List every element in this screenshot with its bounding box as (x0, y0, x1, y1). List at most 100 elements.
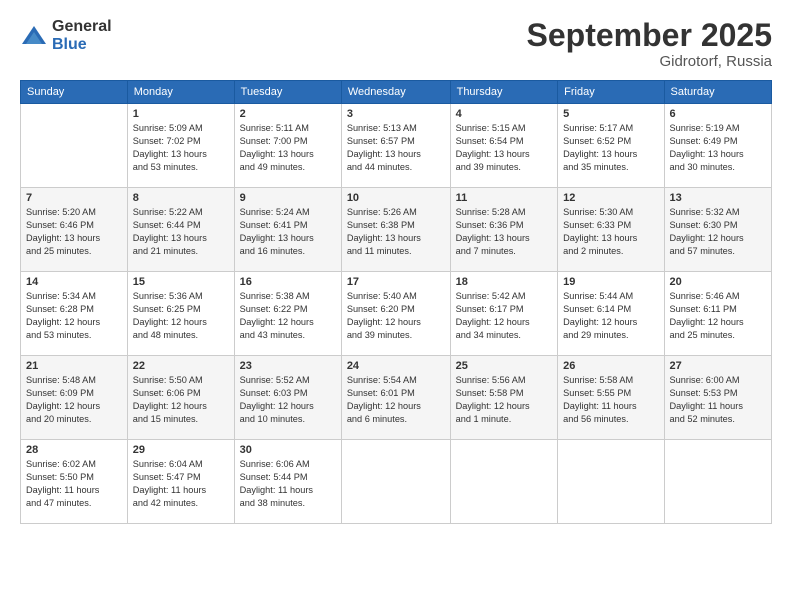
day-number: 27 (670, 360, 766, 372)
calendar-cell: 30Sunrise: 6:06 AM Sunset: 5:44 PM Dayli… (234, 440, 341, 524)
weekday-header: Friday (558, 81, 664, 104)
day-number: 4 (456, 108, 553, 120)
calendar-cell: 24 Sunrise: 5:54 AM Sunset: 6:01 PM Dayli… (341, 356, 450, 440)
day-number: 8 (133, 192, 229, 204)
day-info: Sunrise: 5:32 AM Sunset: 6:30 PM Dayligh… (670, 206, 766, 258)
calendar-header-row: SundayMondayTuesdayWednesdayThursdayFrid… (21, 81, 772, 104)
calendar-week-row: 28 Sunrise: 6:02 AM Sunset: 5:50 PM Dayli… (21, 440, 772, 524)
weekday-header: Saturday (664, 81, 771, 104)
day-number: 5 (563, 108, 658, 120)
calendar-cell: 5 Sunrise: 5:17 AM Sunset: 6:52 PM Daylig… (558, 104, 664, 188)
day-info: Sunrise: 5:11 AM Sunset: 7:00 PM Dayligh… (240, 122, 336, 174)
calendar-cell: 29Sunrise: 6:04 AM Sunset: 5:47 PM Dayli… (127, 440, 234, 524)
day-number: 15 (133, 276, 229, 288)
weekday-header: Sunday (21, 81, 128, 104)
day-number: 18 (456, 276, 553, 288)
logo-blue: Blue (52, 36, 112, 54)
calendar-cell: 15 Sunrise: 5:36 AM Sunset: 6:25 PM Dayli… (127, 272, 234, 356)
calendar-week-row: 14 Sunrise: 5:34 AM Sunset: 6:28 PM Dayli… (21, 272, 772, 356)
calendar-cell: 18 Sunrise: 5:42 AM Sunset: 6:17 PM Dayli… (450, 272, 558, 356)
day-number: 19 (563, 276, 658, 288)
weekday-header: Thursday (450, 81, 558, 104)
calendar-cell: 13 Sunrise: 5:32 AM Sunset: 6:30 PM Dayli… (664, 188, 771, 272)
calendar-cell: 25Sunrise: 5:56 AM Sunset: 5:58 PM Dayli… (450, 356, 558, 440)
calendar-cell: 7 Sunrise: 5:20 AM Sunset: 6:46 PM Daylig… (21, 188, 128, 272)
calendar-cell: 1 Sunrise: 5:09 AM Sunset: 7:02 PM Daylig… (127, 104, 234, 188)
logo-general: General (52, 18, 112, 36)
day-info: Sunrise: 5:28 AM Sunset: 6:36 PM Dayligh… (456, 206, 553, 258)
calendar-cell (450, 440, 558, 524)
day-number: 14 (26, 276, 122, 288)
day-info: Sunrise: 5:38 AM Sunset: 6:22 PM Dayligh… (240, 290, 336, 342)
day-number: 2 (240, 108, 336, 120)
day-number: 13 (670, 192, 766, 204)
calendar-cell: 27 Sunrise: 6:00 AM Sunset: 5:53 PM Dayli… (664, 356, 771, 440)
day-info: Sunrise: 5:42 AM Sunset: 6:17 PM Dayligh… (456, 290, 553, 342)
calendar-week-row: 21 Sunrise: 5:48 AM Sunset: 6:09 PM Dayli… (21, 356, 772, 440)
calendar-cell: 16Sunrise: 5:38 AM Sunset: 6:22 PM Dayli… (234, 272, 341, 356)
calendar-cell: 6 Sunrise: 5:19 AM Sunset: 6:49 PM Daylig… (664, 104, 771, 188)
day-info: Sunrise: 5:22 AM Sunset: 6:44 PM Dayligh… (133, 206, 229, 258)
day-info: Sunrise: 5:30 AM Sunset: 6:33 PM Dayligh… (563, 206, 658, 258)
day-info: Sunrise: 5:54 AM Sunset: 6:01 PM Dayligh… (347, 374, 445, 426)
day-info: Sunrise: 5:48 AM Sunset: 6:09 PM Dayligh… (26, 374, 122, 426)
day-info: Sunrise: 5:52 AM Sunset: 6:03 PM Dayligh… (240, 374, 336, 426)
day-info: Sunrise: 5:24 AM Sunset: 6:41 PM Dayligh… (240, 206, 336, 258)
day-info: Sunrise: 5:17 AM Sunset: 6:52 PM Dayligh… (563, 122, 658, 174)
day-number: 29 (133, 444, 229, 456)
calendar-cell (341, 440, 450, 524)
calendar-cell: 28 Sunrise: 6:02 AM Sunset: 5:50 PM Dayli… (21, 440, 128, 524)
day-info: Sunrise: 5:34 AM Sunset: 6:28 PM Dayligh… (26, 290, 122, 342)
day-number: 1 (133, 108, 229, 120)
day-info: Sunrise: 5:09 AM Sunset: 7:02 PM Dayligh… (133, 122, 229, 174)
day-number: 3 (347, 108, 445, 120)
day-info: Sunrise: 5:20 AM Sunset: 6:46 PM Dayligh… (26, 206, 122, 258)
day-number: 6 (670, 108, 766, 120)
calendar-cell (558, 440, 664, 524)
day-number: 26 (563, 360, 658, 372)
day-number: 25 (456, 360, 553, 372)
calendar-cell: 23 Sunrise: 5:52 AM Sunset: 6:03 PM Dayli… (234, 356, 341, 440)
day-info: Sunrise: 5:44 AM Sunset: 6:14 PM Dayligh… (563, 290, 658, 342)
day-number: 9 (240, 192, 336, 204)
day-info: Sunrise: 5:19 AM Sunset: 6:49 PM Dayligh… (670, 122, 766, 174)
day-info: Sunrise: 5:58 AM Sunset: 5:55 PM Dayligh… (563, 374, 658, 426)
calendar-cell: 4 Sunrise: 5:15 AM Sunset: 6:54 PM Daylig… (450, 104, 558, 188)
day-number: 23 (240, 360, 336, 372)
header: General Blue September 2025 Gidrotorf, R… (20, 18, 772, 70)
calendar-cell: 19 Sunrise: 5:44 AM Sunset: 6:14 PM Dayli… (558, 272, 664, 356)
calendar-cell: 26 Sunrise: 5:58 AM Sunset: 5:55 PM Dayli… (558, 356, 664, 440)
calendar-cell: 21 Sunrise: 5:48 AM Sunset: 6:09 PM Dayli… (21, 356, 128, 440)
day-number: 12 (563, 192, 658, 204)
day-info: Sunrise: 5:46 AM Sunset: 6:11 PM Dayligh… (670, 290, 766, 342)
calendar-cell: 10 Sunrise: 5:26 AM Sunset: 6:38 PM Dayli… (341, 188, 450, 272)
day-info: Sunrise: 6:06 AM Sunset: 5:44 PM Dayligh… (240, 458, 336, 510)
day-info: Sunrise: 5:50 AM Sunset: 6:06 PM Dayligh… (133, 374, 229, 426)
day-number: 10 (347, 192, 445, 204)
day-number: 28 (26, 444, 122, 456)
day-info: Sunrise: 6:00 AM Sunset: 5:53 PM Dayligh… (670, 374, 766, 426)
calendar-cell (21, 104, 128, 188)
day-number: 24 (347, 360, 445, 372)
calendar-cell: 11 Sunrise: 5:28 AM Sunset: 6:36 PM Dayli… (450, 188, 558, 272)
logo: General Blue (20, 18, 112, 53)
calendar-cell: 12 Sunrise: 5:30 AM Sunset: 6:33 PM Dayli… (558, 188, 664, 272)
day-number: 7 (26, 192, 122, 204)
day-info: Sunrise: 6:02 AM Sunset: 5:50 PM Dayligh… (26, 458, 122, 510)
day-number: 20 (670, 276, 766, 288)
page: General Blue September 2025 Gidrotorf, R… (0, 0, 792, 612)
day-info: Sunrise: 5:40 AM Sunset: 6:20 PM Dayligh… (347, 290, 445, 342)
calendar-cell: 17Sunrise: 5:40 AM Sunset: 6:20 PM Dayli… (341, 272, 450, 356)
weekday-header: Wednesday (341, 81, 450, 104)
day-number: 11 (456, 192, 553, 204)
calendar-cell: 14 Sunrise: 5:34 AM Sunset: 6:28 PM Dayli… (21, 272, 128, 356)
day-info: Sunrise: 5:36 AM Sunset: 6:25 PM Dayligh… (133, 290, 229, 342)
day-number: 21 (26, 360, 122, 372)
day-info: Sunrise: 5:15 AM Sunset: 6:54 PM Dayligh… (456, 122, 553, 174)
calendar-cell: 22Sunrise: 5:50 AM Sunset: 6:06 PM Dayli… (127, 356, 234, 440)
weekday-header: Monday (127, 81, 234, 104)
day-info: Sunrise: 5:13 AM Sunset: 6:57 PM Dayligh… (347, 122, 445, 174)
logo-icon (20, 22, 48, 50)
day-info: Sunrise: 5:26 AM Sunset: 6:38 PM Dayligh… (347, 206, 445, 258)
location: Gidrotorf, Russia (527, 53, 772, 70)
